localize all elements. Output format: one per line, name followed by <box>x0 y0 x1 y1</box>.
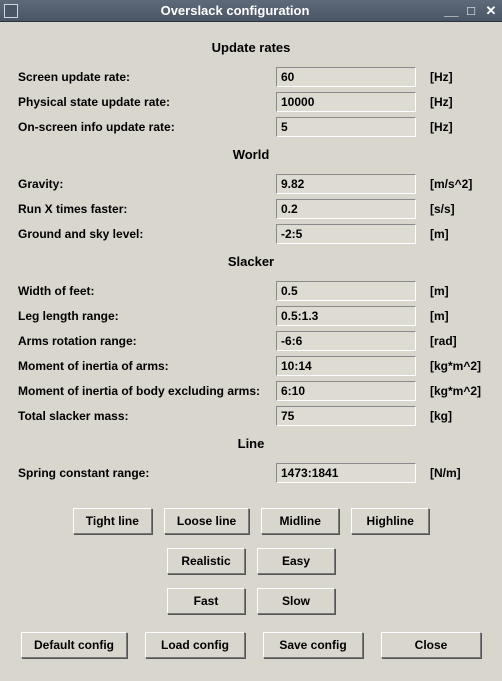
label-gravity: Gravity: <box>18 177 276 191</box>
row-leg-length-range: Leg length range: [m] <box>18 304 484 328</box>
midline-button[interactable]: Midline <box>261 508 339 534</box>
loose-line-button[interactable]: Loose line <box>164 508 249 534</box>
input-ground-sky-level[interactable] <box>276 224 416 244</box>
unit-spring-constant-range: [N/m] <box>416 466 484 480</box>
row-screen-update-rate: Screen update rate: [Hz] <box>18 65 484 89</box>
button-row-actions: Default config Load config Save config C… <box>18 632 484 658</box>
row-run-x-times-faster: Run X times faster: [s/s] <box>18 197 484 221</box>
row-gravity: Gravity: [m/s^2] <box>18 172 484 196</box>
section-heading-world: World <box>18 147 484 162</box>
label-moment-inertia-body: Moment of inertia of body excluding arms… <box>18 384 276 398</box>
label-ground-sky-level: Ground and sky level: <box>18 227 276 241</box>
section-heading-update-rates: Update rates <box>18 40 484 55</box>
minimize-icon[interactable]: __ <box>444 4 458 18</box>
label-width-of-feet: Width of feet: <box>18 284 276 298</box>
section-heading-line: Line <box>18 436 484 451</box>
label-physical-state-update-rate: Physical state update rate: <box>18 95 276 109</box>
unit-ground-sky-level: [m] <box>416 227 484 241</box>
client-area: Update rates Screen update rate: [Hz] Ph… <box>0 22 502 681</box>
label-onscreen-info-update-rate: On-screen info update rate: <box>18 120 276 134</box>
row-onscreen-info-update-rate: On-screen info update rate: [Hz] <box>18 115 484 139</box>
unit-moment-inertia-arms: [kg*m^2] <box>416 359 484 373</box>
label-run-x-times-faster: Run X times faster: <box>18 202 276 216</box>
slow-button[interactable]: Slow <box>257 588 335 614</box>
default-config-button[interactable]: Default config <box>21 632 127 658</box>
unit-onscreen-info-update-rate: [Hz] <box>416 120 484 134</box>
unit-screen-update-rate: [Hz] <box>416 70 484 84</box>
input-arms-rotation-range[interactable] <box>276 331 416 351</box>
unit-gravity: [m/s^2] <box>416 177 484 191</box>
row-ground-sky-level: Ground and sky level: [m] <box>18 222 484 246</box>
row-physical-state-update-rate: Physical state update rate: [Hz] <box>18 90 484 114</box>
row-moment-inertia-body: Moment of inertia of body excluding arms… <box>18 379 484 403</box>
label-spring-constant-range: Spring constant range: <box>18 466 276 480</box>
input-width-of-feet[interactable] <box>276 281 416 301</box>
button-row-line-presets: Tight line Loose line Midline Highline <box>18 508 484 534</box>
label-moment-inertia-arms: Moment of inertia of arms: <box>18 359 276 373</box>
tight-line-button[interactable]: Tight line <box>73 508 152 534</box>
unit-arms-rotation-range: [rad] <box>416 334 484 348</box>
label-arms-rotation-range: Arms rotation range: <box>18 334 276 348</box>
realistic-button[interactable]: Realistic <box>167 548 245 574</box>
unit-physical-state-update-rate: [Hz] <box>416 95 484 109</box>
button-row-speed: Fast Slow <box>18 588 484 614</box>
input-screen-update-rate[interactable] <box>276 67 416 87</box>
label-total-slacker-mass: Total slacker mass: <box>18 409 276 423</box>
row-arms-rotation-range: Arms rotation range: [rad] <box>18 329 484 353</box>
input-gravity[interactable] <box>276 174 416 194</box>
system-menu-icon[interactable] <box>4 4 18 18</box>
save-config-button[interactable]: Save config <box>263 632 363 658</box>
input-moment-inertia-body[interactable] <box>276 381 416 401</box>
close-button[interactable]: Close <box>381 632 481 658</box>
input-spring-constant-range[interactable] <box>276 463 416 483</box>
row-width-of-feet: Width of feet: [m] <box>18 279 484 303</box>
input-total-slacker-mass[interactable] <box>276 406 416 426</box>
title-bar: Overslack configuration __ □ ✕ <box>0 0 502 22</box>
input-leg-length-range[interactable] <box>276 306 416 326</box>
fast-button[interactable]: Fast <box>167 588 245 614</box>
row-spring-constant-range: Spring constant range: [N/m] <box>18 461 484 485</box>
section-heading-slacker: Slacker <box>18 254 484 269</box>
unit-leg-length-range: [m] <box>416 309 484 323</box>
row-moment-inertia-arms: Moment of inertia of arms: [kg*m^2] <box>18 354 484 378</box>
unit-moment-inertia-body: [kg*m^2] <box>416 384 484 398</box>
input-physical-state-update-rate[interactable] <box>276 92 416 112</box>
close-icon[interactable]: ✕ <box>484 4 498 18</box>
button-row-difficulty: Realistic Easy <box>18 548 484 574</box>
row-total-slacker-mass: Total slacker mass: [kg] <box>18 404 484 428</box>
unit-width-of-feet: [m] <box>416 284 484 298</box>
easy-button[interactable]: Easy <box>257 548 335 574</box>
load-config-button[interactable]: Load config <box>145 632 245 658</box>
label-screen-update-rate: Screen update rate: <box>18 70 276 84</box>
input-onscreen-info-update-rate[interactable] <box>276 117 416 137</box>
window-title: Overslack configuration <box>26 3 444 18</box>
highline-button[interactable]: Highline <box>351 508 429 534</box>
input-moment-inertia-arms[interactable] <box>276 356 416 376</box>
maximize-icon[interactable]: □ <box>464 4 478 18</box>
label-leg-length-range: Leg length range: <box>18 309 276 323</box>
unit-total-slacker-mass: [kg] <box>416 409 484 423</box>
unit-run-x-times-faster: [s/s] <box>416 202 484 216</box>
input-run-x-times-faster[interactable] <box>276 199 416 219</box>
